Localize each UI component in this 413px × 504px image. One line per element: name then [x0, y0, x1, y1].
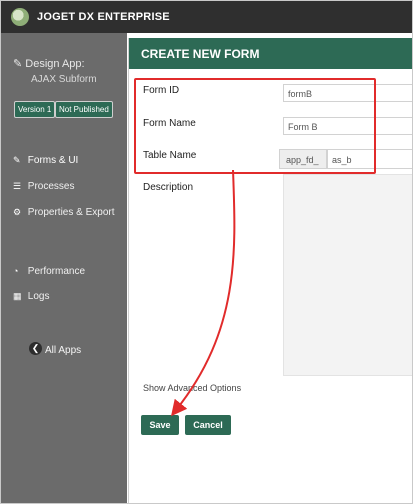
app-heading: ✎ Design App: — [13, 57, 85, 70]
form-name-label: Form Name — [143, 118, 196, 129]
sidebar-item-label: Logs — [27, 291, 50, 302]
table-prefix-addon: app_fd_ — [279, 149, 327, 169]
form-id-input[interactable]: formB — [283, 84, 412, 102]
book-icon: ▦ — [13, 291, 22, 301]
sidebar-item-label: Forms & UI — [27, 155, 79, 166]
sidebar-item-processes[interactable]: ☰ Processes — [13, 181, 74, 192]
all-apps-link[interactable]: All Apps — [45, 345, 81, 356]
app-name: AJAX Subform — [31, 74, 97, 85]
edit-icon: ✎ — [13, 155, 21, 165]
edit-icon: ✎ — [13, 58, 23, 70]
sidebar-item-forms-ui[interactable]: ✎ Forms & UI — [13, 155, 78, 166]
save-button[interactable]: Save — [141, 415, 179, 435]
back-arrow-icon[interactable]: ❮ — [29, 342, 42, 355]
list-icon: ☰ — [13, 181, 22, 191]
gear-icon: ⚙ — [13, 207, 22, 217]
table-name-input[interactable]: as_b — [327, 149, 412, 169]
sidebar-item-label: Performance — [27, 266, 86, 277]
brand-title: JOGET DX ENTERPRISE — [37, 11, 170, 23]
form-name-input[interactable]: Form B — [283, 117, 412, 135]
app-window: JOGET DX ENTERPRISE ✎ Design App: AJAX S… — [0, 0, 413, 504]
table-name-label: Table Name — [143, 150, 197, 161]
description-label: Description — [143, 182, 194, 193]
sidebar-item-label: Properties & Export — [27, 207, 115, 218]
sidebar-item-logs[interactable]: ▦ Logs — [13, 291, 49, 302]
app-label: Design App: — [25, 58, 85, 70]
dialog-title: CREATE NEW FORM — [141, 47, 260, 61]
description-textarea[interactable] — [283, 174, 412, 376]
cancel-button[interactable]: Cancel — [185, 415, 231, 435]
sidebar: ✎ Design App: AJAX Subform Version 1 Not… — [1, 33, 127, 503]
sidebar-item-label: Processes — [27, 181, 75, 192]
dialog-header: CREATE NEW FORM — [129, 38, 412, 69]
dashboard-icon: ◔ — [13, 266, 19, 276]
sidebar-item-properties[interactable]: ⚙ Properties & Export — [13, 207, 115, 218]
show-advanced-options-link[interactable]: Show Advanced Options — [143, 383, 241, 393]
version-badge[interactable]: Version 1 — [14, 101, 56, 118]
form-id-label: Form ID — [143, 85, 180, 96]
publish-status-badge[interactable]: Not Published — [55, 101, 113, 118]
joget-logo — [11, 8, 29, 26]
sidebar-item-performance[interactable]: ◔ Performance — [13, 266, 85, 277]
create-form-dialog: CREATE NEW FORM Form ID formB Form Name … — [128, 38, 412, 503]
top-bar: JOGET DX ENTERPRISE — [1, 1, 412, 33]
